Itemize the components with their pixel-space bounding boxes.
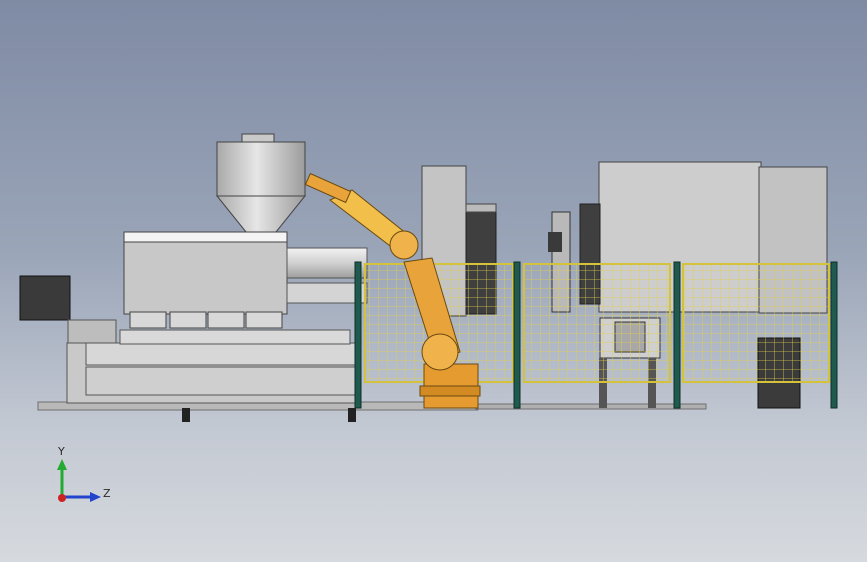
hopper bbox=[215, 133, 307, 233]
axis-triad[interactable]: Y Z bbox=[57, 445, 111, 502]
injection-housing-top bbox=[123, 231, 288, 243]
z-axis-label: Z bbox=[103, 487, 111, 500]
machine-bed-upper bbox=[85, 342, 357, 366]
machine-bed-lower bbox=[85, 366, 357, 396]
cad-viewport[interactable]: Y Z bbox=[0, 0, 867, 562]
caster-wheel bbox=[182, 408, 190, 422]
machine-bed-strip bbox=[119, 329, 351, 345]
y-axis-head bbox=[57, 459, 67, 470]
x-axis-dot bbox=[58, 494, 66, 502]
caster-wheel bbox=[348, 408, 356, 422]
floor-base-right bbox=[475, 403, 707, 410]
control-box bbox=[19, 275, 71, 321]
control-box-panel bbox=[67, 319, 117, 345]
injection-housing bbox=[123, 231, 288, 315]
y-axis-label: Y bbox=[57, 445, 65, 458]
z-axis-head bbox=[90, 492, 101, 502]
housing-feet bbox=[129, 311, 283, 329]
cad-model-view: Y Z bbox=[19, 133, 838, 502]
